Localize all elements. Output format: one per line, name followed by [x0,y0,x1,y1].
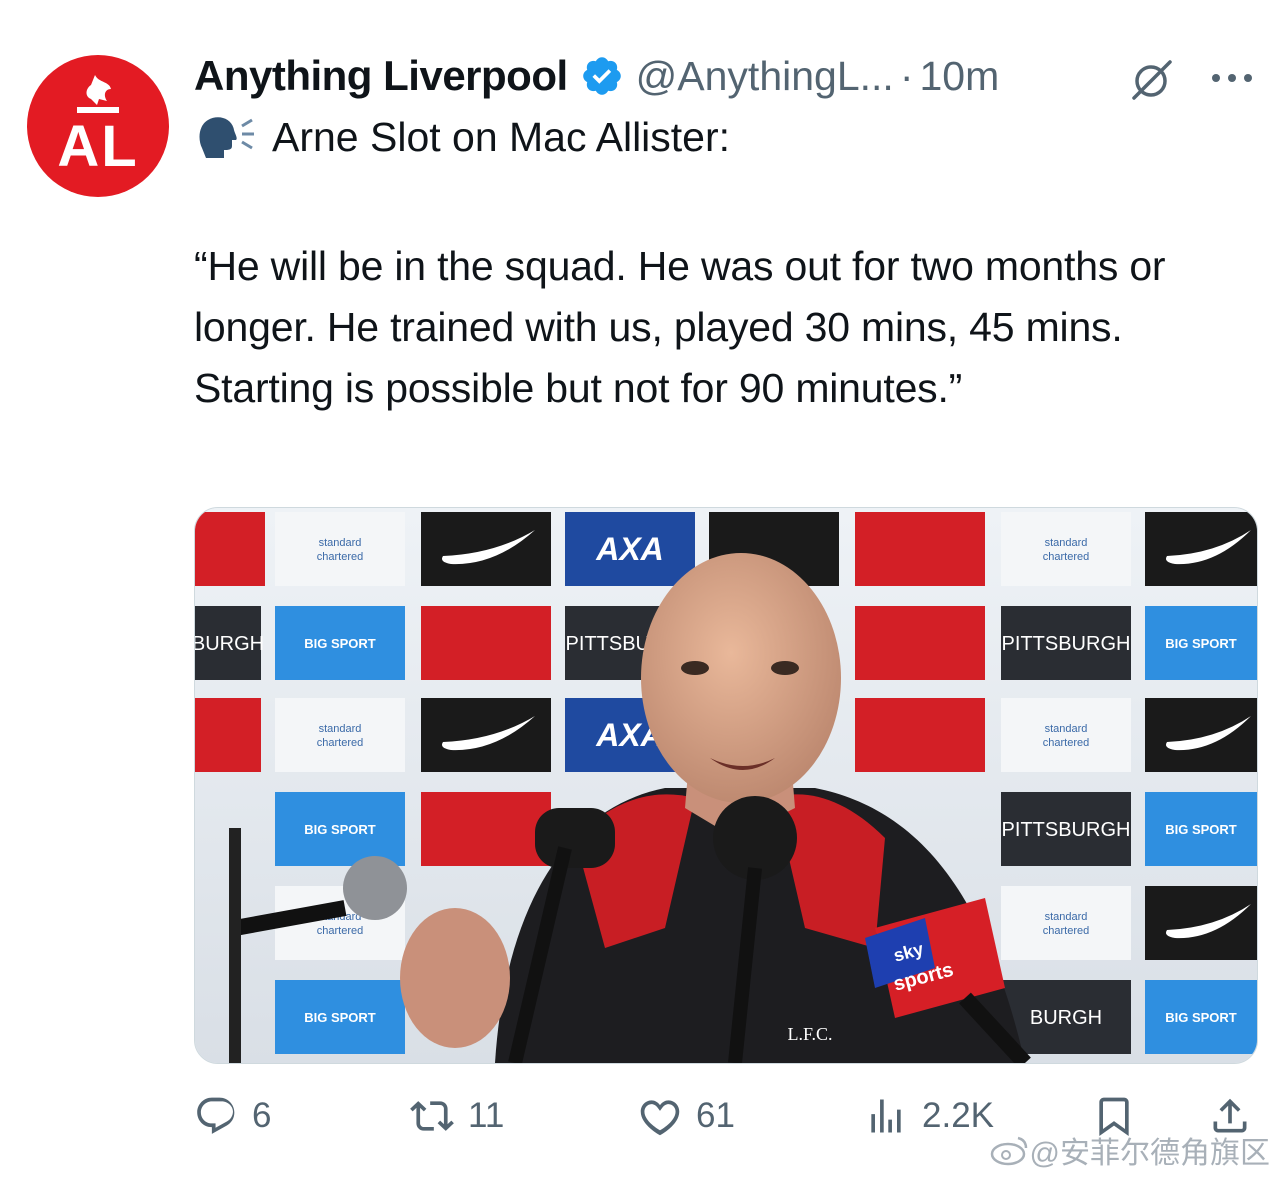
intro-text: Arne Slot on Mac Allister: [272,113,731,160]
views-button[interactable]: 2.2K [864,1088,994,1144]
retweet-icon [410,1101,454,1131]
svg-text:BIG SPORT: BIG SPORT [304,636,376,651]
svg-text:PITTSBURGH: PITTSBURGH [1002,633,1131,655]
svg-text:chartered: chartered [317,925,363,937]
reply-button[interactable]: 6 [194,1088,271,1144]
speaking-head-icon [196,112,256,162]
svg-text:L.F.C.: L.F.C. [787,1024,832,1044]
reply-icon [197,1097,235,1134]
views-count: 2.2K [922,1096,994,1135]
svg-text:standard: standard [1045,911,1088,923]
svg-text:standard: standard [319,723,362,735]
author-avatar[interactable]: AL [27,55,169,197]
retweet-count: 11 [468,1096,505,1135]
svg-text:chartered: chartered [1043,925,1089,937]
tweet-intro: Arne Slot on Mac Allister: [196,112,730,162]
svg-text:BIG SPORT: BIG SPORT [304,822,376,837]
like-icon [640,1100,680,1136]
svg-text:chartered: chartered [1043,551,1089,563]
svg-text:AXA: AXA [595,531,664,567]
svg-text:chartered: chartered [1043,737,1089,749]
svg-text:BIG SPORT: BIG SPORT [1165,1010,1237,1025]
like-button[interactable]: 61 [638,1088,735,1144]
svg-text:BIG SPORT: BIG SPORT [1165,636,1237,651]
press-conference-photo: standard chartered AXA standard chartere… [195,508,1257,1063]
retweet-button[interactable]: 11 [410,1088,504,1144]
more-icon[interactable] [1208,58,1256,98]
tweet-body: “He will be in the squad. He was out for… [194,243,1166,411]
svg-text:BURGH: BURGH [195,633,264,655]
svg-text:PITTSBURGH: PITTSBURGH [1002,819,1131,841]
separator-dot: · [899,52,914,99]
svg-text:chartered: chartered [317,551,363,563]
author-name[interactable]: Anything Liverpool [194,52,568,100]
svg-text:standard: standard [319,537,362,549]
tweet-header: Anything Liverpool @AnythingL... · 10m [194,48,999,104]
timestamp[interactable]: 10m [919,53,999,100]
like-count: 61 [696,1096,735,1135]
verified-icon[interactable] [580,54,624,98]
avatar-monogram: AL [57,114,139,179]
svg-text:chartered: chartered [317,737,363,749]
svg-text:BIG SPORT: BIG SPORT [1165,822,1237,837]
svg-text:standard: standard [1045,723,1088,735]
tweet-image[interactable]: standard chartered AXA standard chartere… [194,507,1258,1064]
weibo-icon [990,1136,1027,1166]
grok-icon[interactable] [1128,56,1174,102]
author-handle[interactable]: @AnythingL... [636,53,894,100]
views-icon [871,1099,901,1133]
svg-text:BIG SPORT: BIG SPORT [304,1010,376,1025]
watermark: @安菲尔德角旗区 [990,1128,1270,1172]
svg-text:BURGH: BURGH [1030,1007,1102,1029]
watermark-text: @安菲尔德角旗区 [1029,1137,1270,1170]
svg-text:standard: standard [1045,537,1088,549]
reply-count: 6 [252,1096,272,1135]
